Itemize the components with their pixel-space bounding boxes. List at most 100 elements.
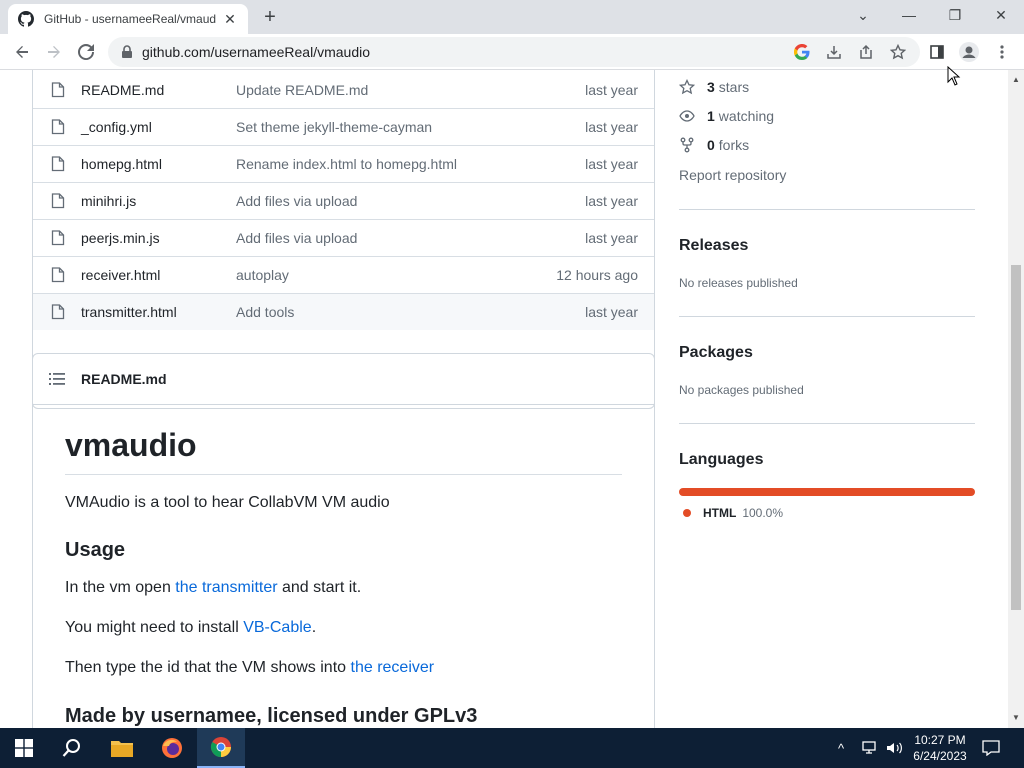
commit-date: last year xyxy=(585,193,638,209)
network-icon[interactable] xyxy=(862,728,880,768)
file-name-link[interactable]: _config.yml xyxy=(81,119,152,135)
commit-message-link[interactable]: Add files via upload xyxy=(236,193,357,209)
browser-toolbar: github.com/usernameeReal/vmaudio xyxy=(0,34,1024,70)
fork-icon xyxy=(680,137,694,153)
back-arrow-icon xyxy=(16,46,28,58)
windows-logo-icon xyxy=(15,739,33,757)
page-content: README.md Update README.md last year _confi… xyxy=(0,70,1008,728)
watching-stat[interactable]: 1 watching xyxy=(679,108,774,124)
file-name-link[interactable]: homepg.html xyxy=(81,156,162,172)
profile-avatar-icon[interactable] xyxy=(958,41,980,63)
mouse-cursor-icon xyxy=(947,66,961,86)
divider xyxy=(679,423,975,424)
firefox-icon xyxy=(162,738,182,758)
google-icon[interactable] xyxy=(791,41,813,63)
outline-list-icon[interactable] xyxy=(49,372,65,386)
share-icon[interactable] xyxy=(855,41,877,63)
commit-message-link[interactable]: Add tools xyxy=(236,304,294,320)
file-icon xyxy=(51,193,65,209)
file-name-link[interactable]: receiver.html xyxy=(81,267,160,283)
file-row[interactable]: homepg.html Rename index.html to homepg.h… xyxy=(33,145,654,182)
readme-paragraph-1: In the vm open the transmitter and start… xyxy=(65,579,362,596)
receiver-link[interactable]: the receiver xyxy=(351,659,435,676)
tab-title: GitHub - usernameeReal/vmaudio xyxy=(44,12,216,26)
volume-icon[interactable] xyxy=(886,728,904,768)
commit-date: last year xyxy=(585,81,638,98)
start-button[interactable] xyxy=(0,728,48,768)
releases-heading[interactable]: Releases xyxy=(679,237,748,255)
commit-date: last year xyxy=(585,119,638,135)
search-button[interactable] xyxy=(48,728,96,768)
file-name-link[interactable]: peerjs.min.js xyxy=(81,230,160,246)
transmitter-link[interactable]: the transmitter xyxy=(175,579,277,596)
scroll-thumb[interactable] xyxy=(1011,265,1021,610)
packages-heading[interactable]: Packages xyxy=(679,344,753,362)
languages-heading: Languages xyxy=(679,451,764,468)
language-color-dot xyxy=(683,509,691,517)
file-name-link[interactable]: minihri.js xyxy=(81,193,136,209)
scroll-up-arrow-icon[interactable]: ▲ xyxy=(1008,72,1024,88)
forks-stat[interactable]: 0 forks xyxy=(679,137,749,153)
license-heading: Made by usernamee, licensed under GPLv3 xyxy=(65,705,478,727)
readme-title: vmaudio xyxy=(65,427,622,475)
reload-button[interactable] xyxy=(72,38,100,66)
readme-intro: VMAudio is a tool to hear CollabVM VM au… xyxy=(65,494,390,511)
close-tab-icon[interactable]: ✕ xyxy=(222,11,238,28)
commit-message-link[interactable]: Update README.md xyxy=(236,82,368,98)
file-icon xyxy=(51,156,65,172)
clock-time: 10:27 PM xyxy=(914,733,966,747)
file-row[interactable]: _config.yml Set theme jekyll-theme-cayman… xyxy=(33,108,654,145)
minimize-button[interactable]: — xyxy=(886,0,932,30)
back-button[interactable] xyxy=(8,38,36,66)
file-row[interactable]: README.md Update README.md last year xyxy=(33,71,654,108)
close-window-button[interactable]: ✕ xyxy=(978,0,1024,30)
forward-button[interactable] xyxy=(40,38,68,66)
page-scrollbar[interactable]: ▲ ▼ xyxy=(1008,70,1024,728)
commit-message-link[interactable]: autoplay xyxy=(236,267,289,283)
github-icon xyxy=(18,11,34,27)
file-icon xyxy=(51,304,65,320)
readme-filename[interactable]: README.md xyxy=(81,371,167,387)
file-name-link[interactable]: transmitter.html xyxy=(81,304,177,320)
scroll-down-arrow-icon[interactable]: ▼ xyxy=(1008,710,1024,726)
folder-icon xyxy=(111,741,133,757)
file-row[interactable]: transmitter.html Add tools last year xyxy=(33,293,654,330)
language-item-html[interactable]: HTML 100.0% xyxy=(683,506,783,520)
tab-search-icon[interactable]: ⌄ xyxy=(840,0,886,30)
side-panel-icon[interactable] xyxy=(926,41,948,63)
kebab-menu-icon[interactable] xyxy=(991,41,1013,63)
readme-paragraph-3: Then type the id that the VM shows into … xyxy=(65,659,435,676)
taskbar-clock[interactable]: 10:27 PM 6/24/2023 xyxy=(906,732,974,764)
clock-date: 6/24/2023 xyxy=(913,749,967,763)
file-icon xyxy=(51,81,65,98)
commit-message-link[interactable]: Set theme jekyll-theme-cayman xyxy=(236,119,432,135)
new-tab-button[interactable]: + xyxy=(258,6,282,28)
file-row[interactable]: receiver.html autoplay 12 hours ago xyxy=(33,256,654,293)
readme-body: vmaudio VMAudio is a tool to hear Collab… xyxy=(33,427,654,728)
commit-message-link[interactable]: Rename index.html to homepg.html xyxy=(236,156,457,172)
vb-cable-link[interactable]: VB-Cable xyxy=(243,619,311,636)
file-explorer-button[interactable] xyxy=(98,728,146,768)
notifications-icon[interactable] xyxy=(982,728,1000,768)
browser-tab[interactable]: GitHub - usernameeReal/vmaudio ✕ xyxy=(8,4,248,34)
url-text: github.com/usernameeReal/vmaudio xyxy=(142,44,371,60)
releases-empty-text: No releases published xyxy=(679,276,798,290)
bookmark-star-icon[interactable] xyxy=(887,41,909,63)
report-repository-link[interactable]: Report repository xyxy=(679,167,786,183)
firefox-button[interactable] xyxy=(148,728,196,768)
install-app-icon[interactable] xyxy=(823,41,845,63)
file-name-link[interactable]: README.md xyxy=(81,82,164,98)
show-hidden-icons-chevron-icon[interactable]: ^ xyxy=(838,728,844,768)
stars-stat[interactable]: 3 stars xyxy=(679,79,749,95)
star-icon xyxy=(679,79,695,95)
tab-strip: GitHub - usernameeReal/vmaudio ✕ + ⌄ — ❐… xyxy=(0,0,1024,34)
forward-arrow-icon xyxy=(48,46,60,58)
chrome-button[interactable] xyxy=(197,728,245,768)
readme-box: README.md vmaudio VMAudio is a tool to h… xyxy=(32,353,655,728)
commit-date: last year xyxy=(585,230,638,246)
chrome-icon xyxy=(210,737,231,758)
file-row[interactable]: peerjs.min.js Add files via upload last ye… xyxy=(33,219,654,256)
file-row[interactable]: minihri.js Add files via upload last year xyxy=(33,182,654,219)
commit-message-link[interactable]: Add files via upload xyxy=(236,230,357,246)
restore-button[interactable]: ❐ xyxy=(932,0,978,30)
